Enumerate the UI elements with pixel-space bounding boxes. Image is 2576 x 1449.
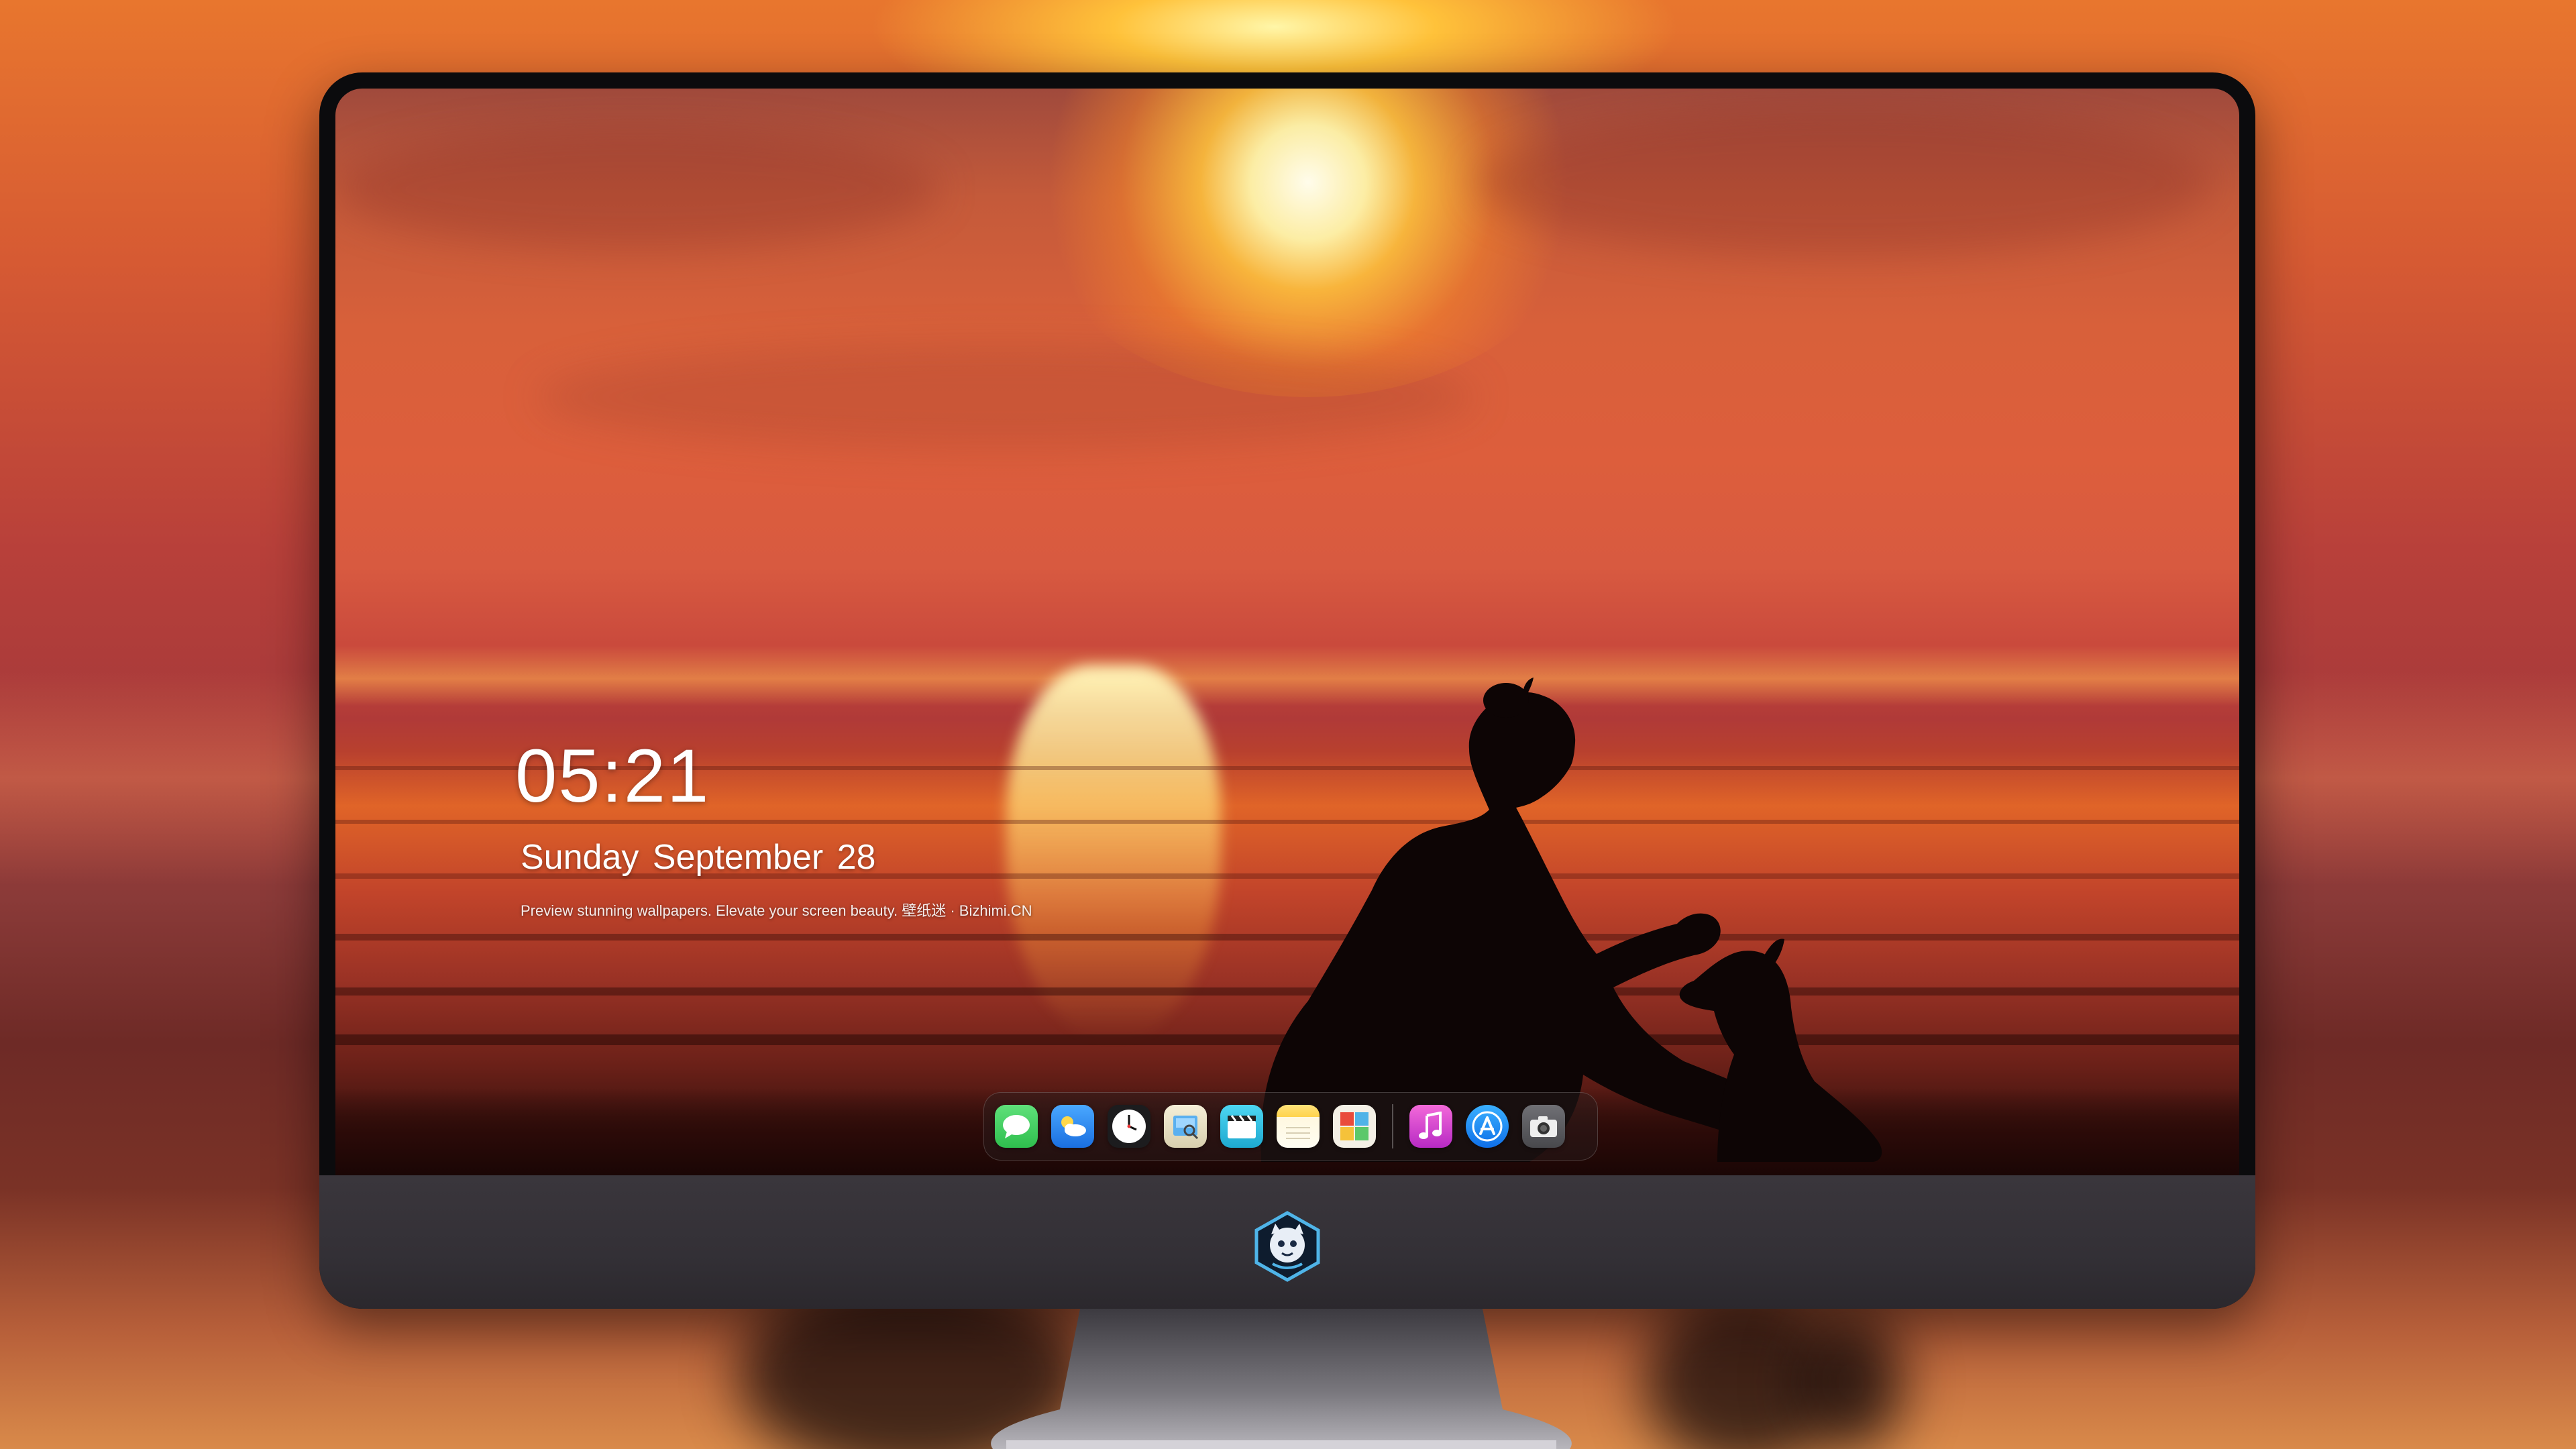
itunes-icon[interactable]	[1409, 1105, 1452, 1148]
notes-icon[interactable]	[1277, 1105, 1320, 1148]
weather-icon[interactable]	[1051, 1105, 1094, 1148]
monitor-chin	[319, 1175, 2255, 1309]
wallpaper-caption: Preview stunning wallpapers. Elevate you…	[521, 902, 1032, 919]
monitor: 05:21 Sunday September 28 Preview stunni…	[319, 72, 2255, 1309]
camera-icon[interactable]	[1522, 1105, 1565, 1148]
preview-icon[interactable]	[1164, 1105, 1207, 1148]
lock-screen: 05:21 Sunday September 28 Preview stunni…	[335, 89, 2239, 1175]
dock	[983, 1092, 1598, 1161]
lock-screen-time: 05:21	[515, 734, 710, 818]
mascot-logo-icon	[1254, 1211, 1320, 1282]
photo-booth-icon[interactable]	[1333, 1105, 1376, 1148]
clock-icon[interactable]	[1108, 1105, 1150, 1148]
app-store-icon[interactable]	[1466, 1105, 1509, 1148]
monitor-stand	[991, 1309, 1572, 1449]
dock-divider	[1392, 1104, 1393, 1148]
lock-screen-date: Sunday September 28	[521, 838, 876, 877]
messages-icon[interactable]	[995, 1105, 1038, 1148]
woman-and-dog-silhouette	[1260, 678, 1882, 1162]
clips-icon[interactable]	[1220, 1105, 1263, 1148]
